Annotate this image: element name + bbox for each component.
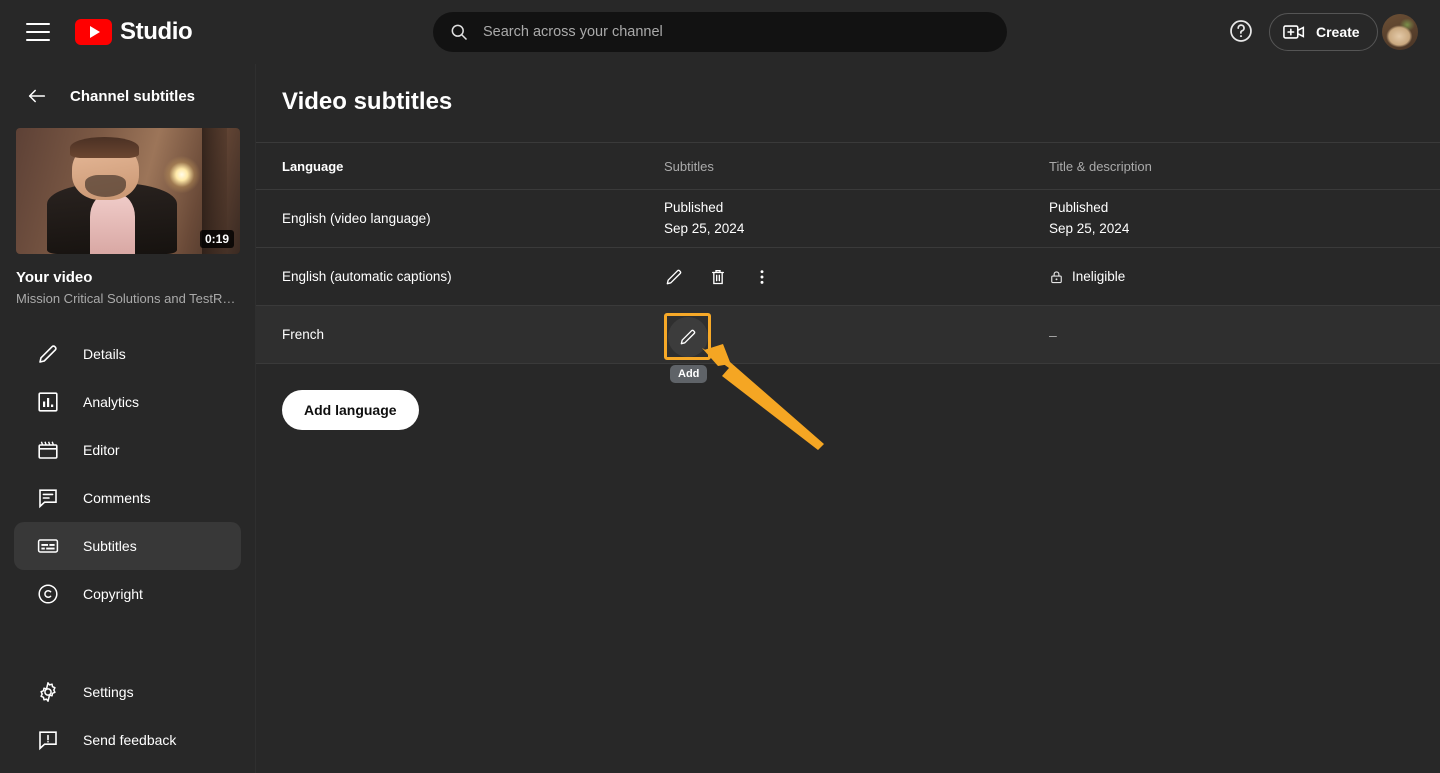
row-action-icons: [664, 257, 1049, 297]
gear-icon: [36, 680, 60, 704]
video-camera-plus-icon: [1283, 23, 1307, 41]
row-language: English (automatic captions): [282, 269, 452, 284]
analytics-icon: [36, 390, 60, 414]
sidebar-title: Channel subtitles: [70, 87, 196, 105]
more-options-icon[interactable]: [742, 257, 782, 297]
table-row[interactable]: English (automatic captions) Ineligible: [256, 248, 1440, 306]
help-icon[interactable]: [1228, 18, 1254, 44]
delete-icon[interactable]: [698, 257, 738, 297]
row-title-status: Ineligible: [1049, 269, 1440, 285]
back-to-channel-subtitles[interactable]: Channel subtitles: [0, 64, 255, 128]
sidebar-item-copyright[interactable]: Copyright: [14, 570, 241, 618]
sidebar-item-send-feedback[interactable]: Send feedback: [14, 716, 242, 764]
video-thumbnail-card[interactable]: 0:19: [16, 128, 240, 254]
create-button-label: Create: [1316, 24, 1360, 40]
back-arrow-icon: [26, 85, 48, 107]
editor-icon: [36, 438, 60, 462]
sidebar-item-label: Settings: [83, 684, 134, 700]
row-title-status: –: [1049, 327, 1440, 343]
top-header-bar: Studio Create: [0, 0, 1440, 64]
sidebar-item-label: Analytics: [83, 394, 140, 410]
row-subtitles-status: Published Sep 25, 2024: [664, 198, 1049, 240]
column-header-title-description: Title & description: [1049, 158, 1152, 174]
video-description: Mission Critical Solutions and TestR…: [16, 291, 236, 306]
sidebar-item-settings[interactable]: Settings: [14, 668, 242, 716]
add-tooltip: Add: [670, 365, 708, 383]
table-row[interactable]: French –: [256, 306, 1440, 364]
youtube-play-icon: [75, 19, 112, 45]
sidebar-item-comments[interactable]: Comments: [14, 474, 241, 522]
copyright-icon: [36, 582, 60, 606]
youtube-studio-logo[interactable]: Studio: [75, 18, 193, 46]
hamburger-menu-icon[interactable]: [26, 23, 50, 41]
edit-icon[interactable]: [654, 257, 694, 297]
title-status-dash: –: [1049, 326, 1057, 343]
title-status-date: Sep 25, 2024: [1049, 220, 1130, 236]
lock-icon: [1049, 269, 1064, 285]
ineligible-label: Ineligible: [1072, 269, 1126, 284]
row-language: French: [282, 327, 325, 342]
sidebar-nav-bottom: Settings Send feedback: [0, 668, 256, 764]
search-icon: [449, 22, 469, 42]
avatar[interactable]: [1382, 14, 1418, 50]
search-bar[interactable]: [433, 12, 1007, 52]
sidebar-item-label: Copyright: [83, 586, 143, 602]
sidebar-item-details[interactable]: Details: [14, 330, 241, 378]
comments-icon: [36, 486, 60, 510]
sidebar-item-label: Details: [83, 346, 126, 362]
add-language-button[interactable]: Add language: [282, 390, 419, 430]
row-language: English (video language): [282, 211, 431, 226]
sidebar: Channel subtitles 0:19 Your video Missio…: [0, 64, 256, 773]
video-thumbnail-image: 0:19: [16, 128, 240, 254]
add-subtitles-edit-button[interactable]: [668, 317, 708, 357]
create-button[interactable]: Create: [1269, 13, 1378, 51]
feedback-icon: [36, 728, 60, 752]
sidebar-item-subtitles[interactable]: Subtitles: [14, 522, 241, 570]
video-title: Your video: [16, 269, 93, 286]
sidebar-item-label: Editor: [83, 442, 120, 458]
pencil-icon: [36, 342, 60, 366]
table-header-row: Language Subtitles Title & description: [256, 142, 1440, 190]
subtitles-icon: [36, 534, 60, 558]
subtitles-status-date: Sep 25, 2024: [664, 220, 745, 236]
sidebar-item-editor[interactable]: Editor: [14, 426, 241, 474]
main-content: Video subtitles Language Subtitles Title…: [256, 64, 1440, 773]
search-input[interactable]: [483, 24, 993, 40]
subtitles-table: Language Subtitles Title & description E…: [256, 142, 1440, 364]
video-duration-badge: 0:19: [199, 230, 234, 248]
table-row[interactable]: English (video language) Published Sep 2…: [256, 190, 1440, 248]
column-header-subtitles: Subtitles: [664, 158, 714, 174]
subtitles-status-text: Published: [664, 199, 724, 215]
sidebar-item-label: Send feedback: [83, 732, 177, 748]
column-header-language: Language: [282, 158, 344, 174]
sidebar-item-label: Comments: [83, 490, 151, 506]
page-title: Video subtitles: [282, 88, 453, 115]
sidebar-item-label: Subtitles: [83, 538, 137, 554]
sidebar-item-analytics[interactable]: Analytics: [14, 378, 241, 426]
row-title-status: Published Sep 25, 2024: [1049, 198, 1440, 240]
sidebar-nav: Details Analytics Editor Comments Subtit…: [0, 330, 255, 618]
title-status-text: Published: [1049, 199, 1109, 215]
brand-label: Studio: [120, 18, 193, 45]
